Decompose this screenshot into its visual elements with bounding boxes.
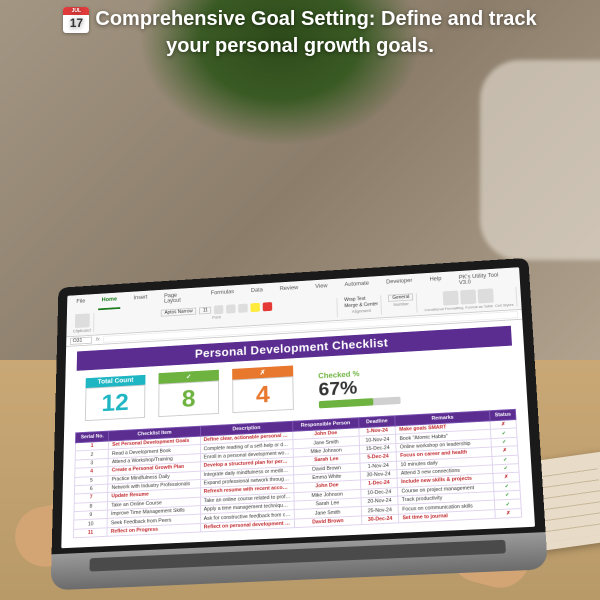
calendar-month: JUL: [63, 7, 89, 15]
tab-data[interactable]: Data: [247, 286, 267, 301]
cell-deadline: 30-Dec-24: [361, 514, 399, 525]
group-font-label: Font: [212, 315, 220, 320]
fx-icon[interactable]: fx: [96, 337, 100, 342]
cond-fmt-label: Conditional Formatting: [424, 305, 463, 312]
tab-home[interactable]: Home: [98, 295, 121, 310]
group-number: General Number: [385, 293, 417, 314]
group-alignment: Wrap Text Merge & Center Alignment: [341, 295, 382, 317]
card-percent: Checked % 67%: [318, 367, 401, 408]
page-title: JUL 17 Comprehensive Goal Setting: Defin…: [0, 6, 600, 59]
excel-window: File Home Insert Page Layout Formulas Da…: [61, 267, 535, 548]
group-number-label: Number: [393, 301, 409, 306]
title-line-2: your personal growth goals.: [0, 33, 600, 59]
underline-icon[interactable]: [239, 303, 248, 312]
tab-review[interactable]: Review: [276, 283, 302, 299]
fmt-table-label: Format as Table: [465, 303, 493, 309]
calendar-icon: JUL 17: [63, 7, 89, 33]
group-alignment-label: Alignment: [352, 308, 371, 314]
bold-icon[interactable]: [214, 305, 223, 314]
calendar-day: 17: [63, 15, 89, 33]
cell-styles-label: Cell Styles: [495, 302, 514, 308]
tab-automate[interactable]: Automate: [341, 279, 373, 295]
font-name-select[interactable]: Aptos Narrow: [161, 307, 197, 316]
laptop: File Home Insert Page Layout Formulas Da…: [51, 258, 548, 591]
card-checked: ✓ 8: [158, 370, 219, 417]
name-box[interactable]: O31: [70, 336, 92, 344]
card-unchecked: ✗ 4: [232, 365, 294, 413]
card-checked-value: 8: [158, 380, 219, 417]
tab-insert[interactable]: Insert: [130, 293, 151, 308]
font-size-select[interactable]: 11: [199, 307, 211, 315]
cell-styles-icon[interactable]: [478, 288, 494, 303]
tab-developer[interactable]: Developer: [382, 276, 416, 292]
tab-view[interactable]: View: [311, 282, 331, 297]
person-blur: [480, 60, 600, 260]
cell-person: David Brown: [295, 516, 362, 528]
card-percent-value: 67%: [318, 378, 357, 401]
group-clipboard: Clipboard: [70, 313, 95, 334]
merge-center-button[interactable]: Merge & Center: [344, 302, 378, 309]
tab-help[interactable]: Help: [426, 274, 446, 289]
italic-icon[interactable]: [227, 304, 236, 313]
card-total: Total Count 12: [85, 375, 146, 421]
number-format-select[interactable]: General: [388, 293, 413, 302]
conditional-formatting-icon[interactable]: [443, 290, 459, 305]
tab-file[interactable]: File: [72, 297, 88, 312]
format-table-icon[interactable]: [460, 289, 476, 304]
card-total-value: 12: [85, 384, 145, 420]
laptop-screen: File Home Insert Page Layout Formulas Da…: [52, 258, 546, 555]
fill-color-icon[interactable]: [251, 303, 261, 312]
group-styles: Conditional Formatting Format as Table C…: [421, 287, 518, 312]
tab-page-layout[interactable]: Page Layout: [160, 290, 197, 306]
tab-formulas[interactable]: Formulas: [207, 287, 238, 303]
group-clipboard-label: Clipboard: [73, 328, 91, 333]
cell-serial: 11: [73, 527, 107, 537]
font-color-icon[interactable]: [263, 302, 273, 311]
title-line-1: Comprehensive Goal Setting: Define and t…: [95, 8, 536, 30]
cell-status: ✗: [495, 508, 521, 518]
card-unchecked-value: 4: [232, 376, 294, 413]
checklist-table: Serial No. Checklist Item Description Re…: [73, 409, 522, 539]
worksheet: Personal Development Checklist Total Cou…: [61, 320, 535, 549]
paste-icon[interactable]: [75, 313, 90, 328]
